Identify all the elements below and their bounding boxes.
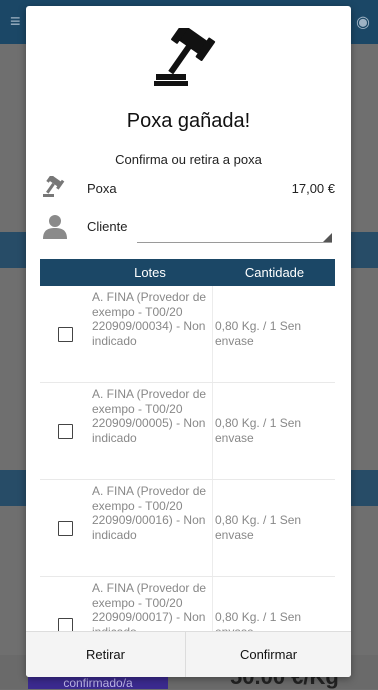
table-row: A. FINA (Provedor de exempo - T00/20 220… (40, 383, 335, 480)
table-row: A. FINA (Provedor de exempo - T00/20 220… (40, 577, 335, 631)
dialog-subtitle: Confirma ou retira a poxa (115, 152, 262, 167)
column-divider (212, 383, 213, 479)
poxa-value: 17,00 € (291, 181, 335, 196)
column-divider (212, 480, 213, 576)
confirmar-button[interactable]: Confirmar (186, 632, 351, 677)
menu-icon: ≡ (10, 11, 21, 31)
lot-quantity: 0,80 Kg. / 1 Sen envase (215, 319, 302, 348)
lot-description: A. FINA (Provedor de exempo - T00/20 220… (92, 290, 207, 348)
dialog-title: Poxa gañada! (126, 110, 251, 132)
lot-description: A. FINA (Provedor de exempo - T00/20 220… (92, 484, 207, 542)
dropdown-arrow-icon (323, 233, 332, 242)
client-dropdown[interactable] (137, 224, 332, 243)
poxa-label: Poxa (87, 181, 117, 196)
person-icon (43, 215, 67, 239)
auction-won-dialog: Poxa gañada! Confirma ou retira a poxa P… (26, 6, 351, 677)
lot-description: A. FINA (Provedor de exempo - T00/20 220… (92, 581, 207, 631)
eye-icon: ◉ (356, 14, 370, 31)
lot-quantity: 0,80 Kg. / 1 Sen envase (215, 416, 302, 445)
column-divider (212, 286, 213, 382)
table-row: A. FINA (Provedor de exempo - T00/20 220… (40, 480, 335, 577)
lot-checkbox[interactable] (58, 424, 73, 439)
lot-checkbox[interactable] (58, 521, 73, 536)
column-header-lotes: Lotes (134, 265, 166, 280)
lot-checkbox[interactable] (58, 618, 73, 631)
lot-quantity: 0,80 Kg. / 1 Sen envase (215, 610, 302, 631)
lot-quantity: 0,80 Kg. / 1 Sen envase (215, 513, 302, 542)
retirar-button[interactable]: Retirar (26, 632, 185, 677)
lot-description: A. FINA (Provedor de exempo - T00/20 220… (92, 387, 207, 445)
lots-table: Lotes Cantidade A. FINA (Provedor de exe… (40, 259, 335, 631)
table-header: Lotes Cantidade (40, 259, 335, 286)
lot-checkbox[interactable] (58, 327, 73, 342)
gavel-icon (43, 176, 65, 197)
cliente-label: Cliente (87, 219, 128, 234)
column-header-cantidade: Cantidade (244, 265, 305, 280)
column-divider (212, 577, 213, 631)
dialog-footer: Retirar Confirmar (26, 631, 351, 677)
gavel-icon (154, 28, 216, 86)
table-row: A. FINA (Provedor de exempo - T00/20 220… (40, 286, 335, 383)
